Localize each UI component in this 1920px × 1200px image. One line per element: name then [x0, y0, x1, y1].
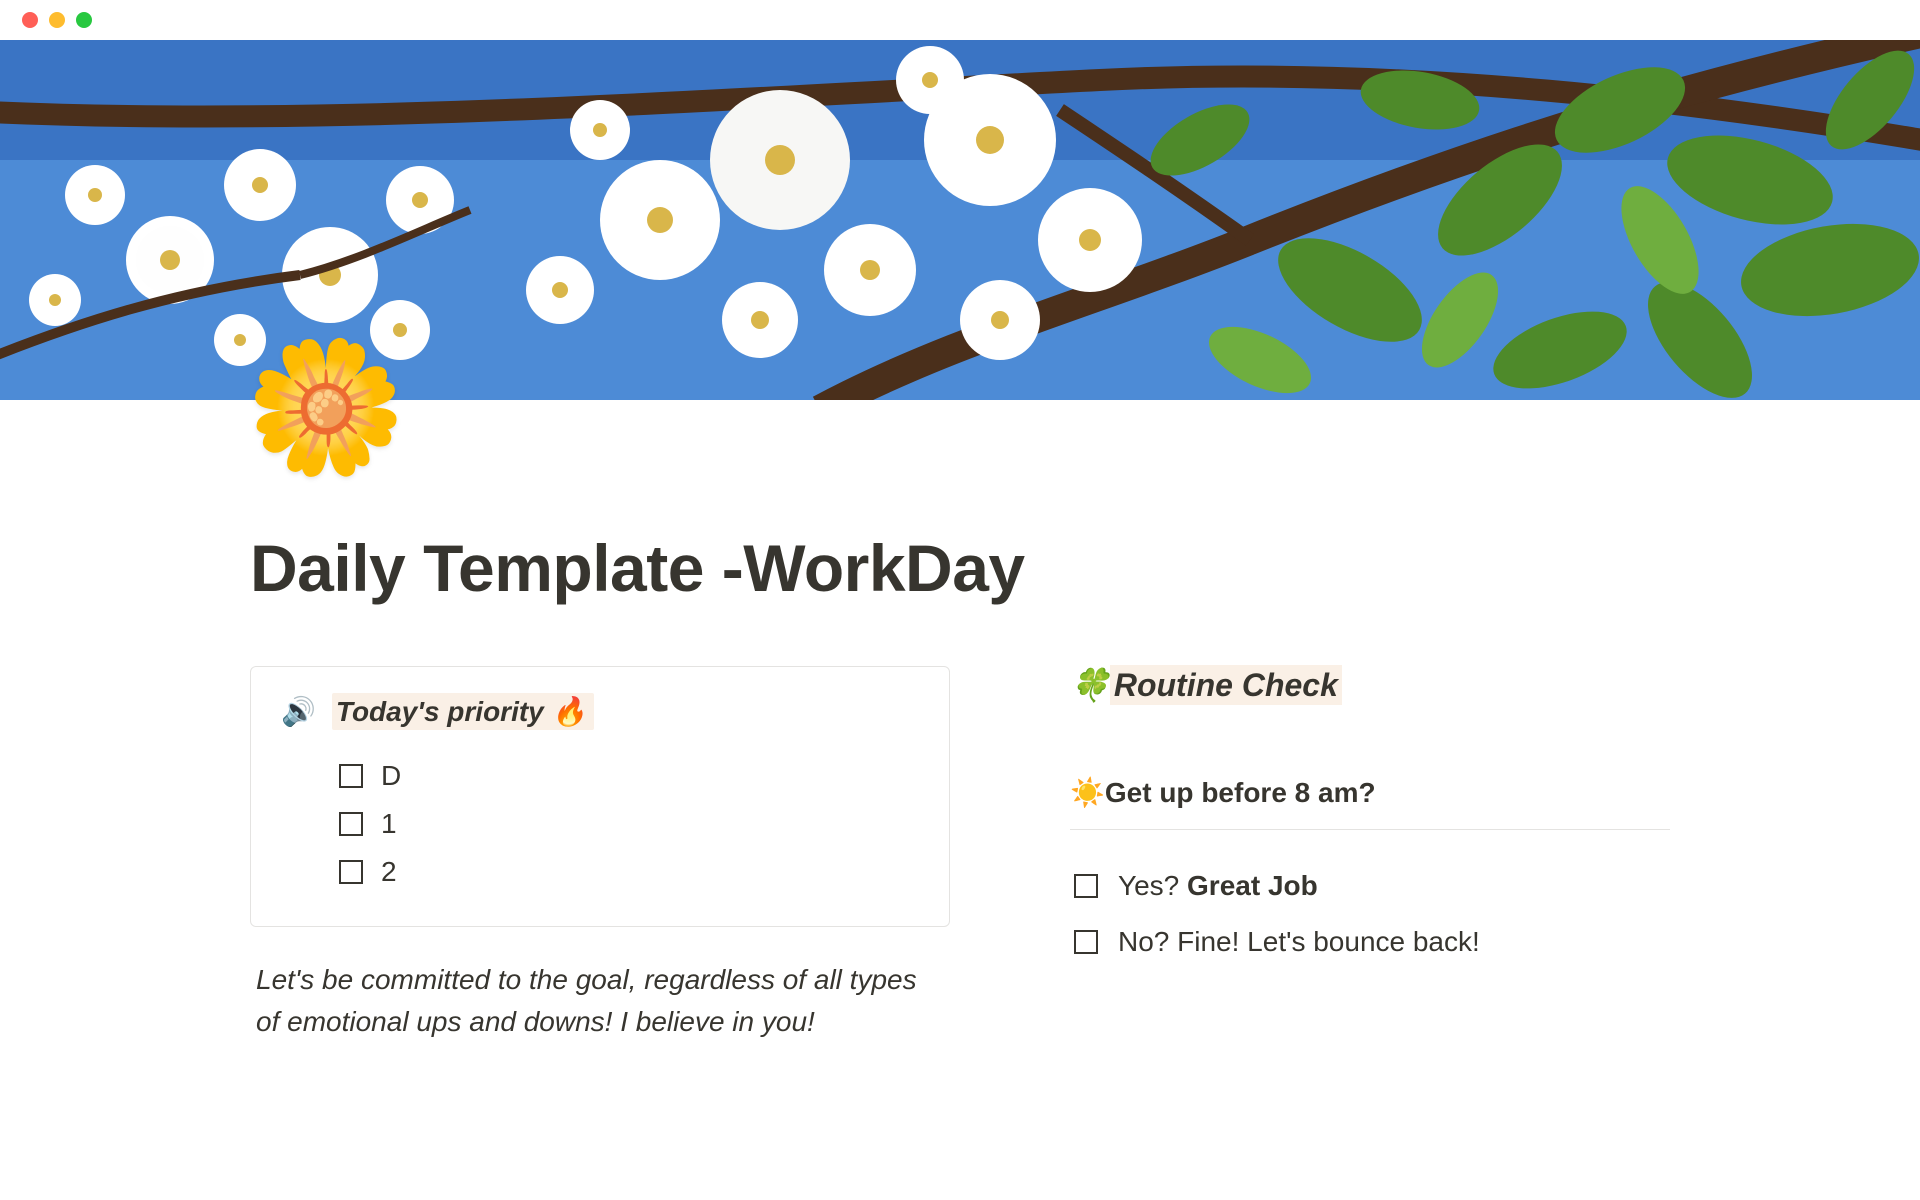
- checkbox[interactable]: [1074, 874, 1098, 898]
- minimize-window-button[interactable]: [49, 12, 65, 28]
- answer-yes-prefix: Yes?: [1118, 870, 1187, 901]
- checkbox[interactable]: [339, 764, 363, 788]
- priority-item-label[interactable]: 2: [381, 856, 397, 888]
- clover-icon: 🍀: [1070, 667, 1110, 703]
- sun-icon: ☀️: [1070, 777, 1105, 808]
- speaker-icon: 🔊: [281, 695, 316, 728]
- priority-item[interactable]: D: [281, 752, 919, 800]
- left-column: 🔊 Today's priority 🔥 D 1 2: [250, 666, 950, 1043]
- answer-yes-bold: Great Job: [1187, 870, 1318, 901]
- answer-text[interactable]: Yes? Great Job: [1118, 870, 1318, 902]
- priority-item-label[interactable]: D: [381, 760, 401, 792]
- priority-item[interactable]: 2: [281, 848, 919, 896]
- routine-answer-yes[interactable]: Yes? Great Job: [1070, 858, 1670, 914]
- motivation-text[interactable]: Let's be committed to the goal, regardle…: [250, 959, 950, 1043]
- priority-item[interactable]: 1: [281, 800, 919, 848]
- priority-title[interactable]: Today's priority 🔥: [332, 693, 595, 730]
- right-column: 🍀Routine Check ☀️Get up before 8 am? Yes…: [1070, 666, 1670, 1043]
- routine-heading-text: Routine Check: [1110, 665, 1342, 705]
- checkbox[interactable]: [1074, 930, 1098, 954]
- priority-callout[interactable]: 🔊 Today's priority 🔥 D 1 2: [250, 666, 950, 927]
- routine-question[interactable]: ☀️Get up before 8 am?: [1070, 776, 1670, 830]
- maximize-window-button[interactable]: [76, 12, 92, 28]
- page-icon[interactable]: 🌼: [245, 342, 407, 472]
- window-titlebar: [0, 0, 1920, 40]
- priority-title-text: Today's priority: [336, 696, 544, 727]
- routine-question-text: Get up before 8 am?: [1105, 777, 1376, 808]
- answer-text[interactable]: No? Fine! Let's bounce back!: [1118, 926, 1480, 958]
- checkbox[interactable]: [339, 860, 363, 884]
- page-cover[interactable]: 🌼: [0, 40, 1920, 400]
- page-content: Daily Template -WorkDay 🔊 Today's priori…: [0, 400, 1920, 1043]
- fire-icon: 🔥: [552, 696, 587, 727]
- routine-heading[interactable]: 🍀Routine Check: [1070, 666, 1670, 704]
- close-window-button[interactable]: [22, 12, 38, 28]
- priority-item-label[interactable]: 1: [381, 808, 397, 840]
- page-title[interactable]: Daily Template -WorkDay: [250, 530, 1670, 606]
- checkbox[interactable]: [339, 812, 363, 836]
- routine-answer-no[interactable]: No? Fine! Let's bounce back!: [1070, 914, 1670, 970]
